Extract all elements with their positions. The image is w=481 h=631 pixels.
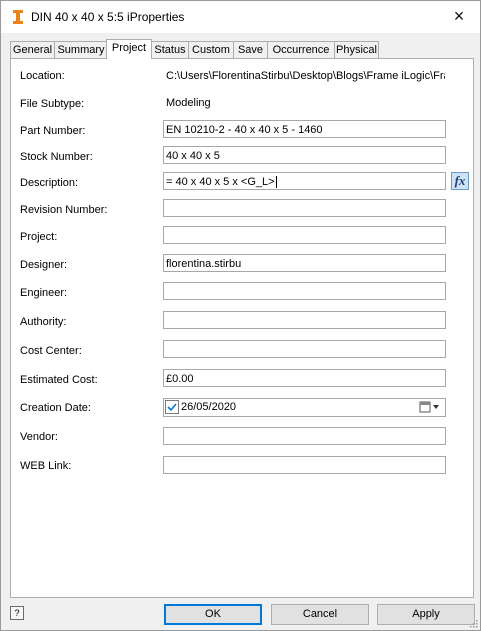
web-link-field[interactable] xyxy=(163,456,446,474)
fx-icon: fx xyxy=(454,173,466,188)
window-title: DIN 40 x 40 x 5:5 iProperties xyxy=(31,10,185,24)
description-label: Description: xyxy=(20,177,79,189)
estimated-cost-field[interactable]: £0.00 xyxy=(163,369,446,387)
cost-center-field[interactable] xyxy=(163,340,446,358)
tab-general[interactable]: General xyxy=(10,41,55,58)
checkmark-icon xyxy=(167,403,177,412)
authority-field[interactable] xyxy=(163,311,446,329)
creation-date-picker[interactable]: 26/05/2020 xyxy=(163,398,446,417)
file-subtype-field[interactable]: Modeling xyxy=(163,93,446,111)
part-number-field[interactable]: EN 10210-2 - 40 x 40 x 5 - 1460 xyxy=(163,120,446,138)
resize-grip-icon[interactable] xyxy=(468,618,478,628)
stock-number-label: Stock Number: xyxy=(20,151,93,163)
file-subtype-label: File Subtype: xyxy=(20,98,85,110)
tab-project[interactable]: Project xyxy=(106,39,152,59)
apply-button[interactable]: Apply xyxy=(377,604,475,625)
calendar-dropdown-icon[interactable] xyxy=(419,401,441,414)
creation-date-label: Creation Date: xyxy=(20,402,91,414)
engineer-field[interactable] xyxy=(163,282,446,300)
part-number-label: Part Number: xyxy=(20,125,86,137)
location-label: Location: xyxy=(20,70,65,82)
vendor-label: Vendor: xyxy=(20,431,58,443)
location-field[interactable]: C:\Users\FlorentinaStirbu\Desktop\Blogs\… xyxy=(163,66,446,84)
designer-field[interactable]: florentina.stirbu xyxy=(163,254,446,272)
estimated-cost-label: Estimated Cost: xyxy=(20,374,98,386)
tab-custom[interactable]: Custom xyxy=(188,41,234,58)
stock-number-field[interactable]: 40 x 40 x 5 xyxy=(163,146,446,164)
ok-button[interactable]: OK xyxy=(164,604,262,625)
help-button[interactable]: ? xyxy=(10,606,24,620)
project-field[interactable] xyxy=(163,226,446,244)
creation-date-checkbox[interactable] xyxy=(165,400,179,414)
tab-status[interactable]: Status xyxy=(151,41,189,58)
cancel-button[interactable]: Cancel xyxy=(271,604,369,625)
project-label: Project: xyxy=(20,231,58,243)
close-button[interactable]: × xyxy=(446,5,472,27)
title-bar: DIN 40 x 40 x 5:5 iProperties × xyxy=(1,1,480,33)
engineer-label: Engineer: xyxy=(20,287,68,299)
close-icon: × xyxy=(453,6,465,26)
help-icon: ? xyxy=(14,608,20,618)
revision-number-field[interactable] xyxy=(163,199,446,217)
tab-summary[interactable]: Summary xyxy=(54,41,108,58)
web-link-label: WEB Link: xyxy=(20,460,72,472)
inventor-part-icon xyxy=(13,10,23,24)
cost-center-label: Cost Center: xyxy=(20,345,82,357)
function-fx-button[interactable]: fx xyxy=(451,172,469,190)
creation-date-value: 26/05/2020 xyxy=(181,401,237,413)
description-value: = 40 x 40 x 5 x <G_L> xyxy=(166,176,275,188)
authority-label: Authority: xyxy=(20,316,67,328)
tab-save[interactable]: Save xyxy=(233,41,268,58)
vendor-field[interactable] xyxy=(163,427,446,445)
description-field[interactable]: = 40 x 40 x 5 x <G_L> xyxy=(163,172,446,190)
tab-physical[interactable]: Physical xyxy=(334,41,379,58)
tab-occurrence[interactable]: Occurrence xyxy=(267,41,335,58)
designer-label: Designer: xyxy=(20,259,68,271)
text-cursor xyxy=(275,176,277,189)
revision-number-label: Revision Number: xyxy=(20,204,108,216)
iproperties-dialog: DIN 40 x 40 x 5:5 iProperties × General … xyxy=(0,0,481,631)
